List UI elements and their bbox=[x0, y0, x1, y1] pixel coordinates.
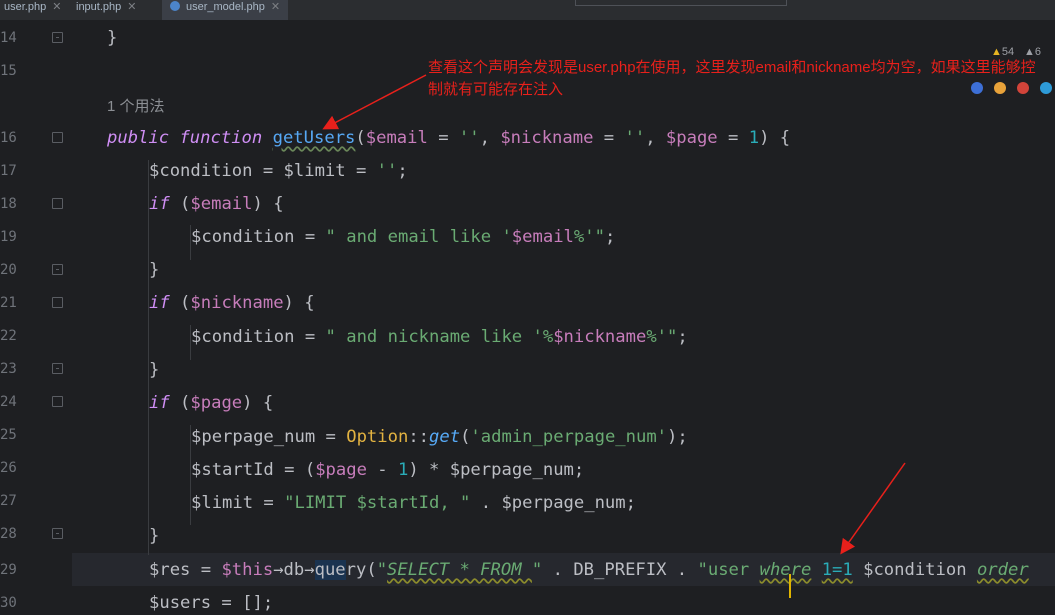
tab-user-php[interactable]: user.php ✕ bbox=[4, 0, 61, 20]
line-number: 18 bbox=[0, 196, 17, 212]
line-number: 30 bbox=[0, 595, 17, 611]
fold-end-icon[interactable] bbox=[52, 32, 63, 43]
text-caret bbox=[789, 574, 791, 598]
code-line-22: $condition = " and nickname like '%$nick… bbox=[191, 327, 688, 347]
line-number: 19 bbox=[0, 229, 17, 245]
usage-hint[interactable]: 1 个用法 bbox=[107, 95, 165, 116]
code-line-30: $users = []; bbox=[149, 593, 274, 613]
editor-tab-bar: user.php ✕ input.php ✕ user_model.php ✕ bbox=[0, 0, 1055, 22]
close-icon[interactable]: ✕ bbox=[127, 1, 136, 13]
tab-label: user.php bbox=[4, 1, 47, 13]
code-line-29: $res = $this→db→query("SELECT * FROM " .… bbox=[149, 560, 1029, 580]
code-line-19: $condition = " and email like '$email%'"… bbox=[191, 227, 616, 247]
code-line-16: public function getUsers($email = '', $n… bbox=[107, 128, 791, 148]
code-editor[interactable]: 14 15 16 17 18 19 20 21 22 23 24 25 26 2… bbox=[0, 20, 1055, 615]
tab-label: user_model.php bbox=[186, 1, 265, 13]
code-line-28: } bbox=[149, 526, 160, 546]
line-number: 24 bbox=[0, 394, 17, 410]
line-number: 29 bbox=[0, 562, 17, 578]
code-line-18: if ($email) { bbox=[149, 194, 284, 214]
line-number: 22 bbox=[0, 328, 17, 344]
tab-input-php[interactable]: input.php ✕ bbox=[76, 0, 136, 20]
line-number: 25 bbox=[0, 427, 17, 443]
code-line-26: $startId = ($page - 1) * $perpage_num; bbox=[191, 460, 585, 480]
code-line-20: } bbox=[149, 260, 160, 280]
fold-end-icon[interactable] bbox=[52, 363, 63, 374]
line-number: 20 bbox=[0, 262, 17, 278]
tab-user-model-php[interactable]: user_model.php ✕ bbox=[162, 0, 289, 22]
close-icon[interactable]: ✕ bbox=[52, 1, 61, 13]
line-number: 28 bbox=[0, 526, 17, 542]
fold-icon[interactable] bbox=[52, 132, 63, 143]
php-file-icon bbox=[170, 1, 180, 11]
toolbar-frame bbox=[575, 0, 787, 6]
close-icon[interactable]: ✕ bbox=[271, 1, 280, 13]
line-number: 15 bbox=[0, 63, 17, 79]
fold-icon[interactable] bbox=[52, 396, 63, 407]
code-line-23: } bbox=[149, 360, 160, 380]
indent-guide bbox=[148, 160, 149, 555]
function-name[interactable]: getUsers bbox=[273, 128, 356, 148]
fold-icon[interactable] bbox=[52, 198, 63, 209]
code-line-21: if ($nickname) { bbox=[149, 293, 315, 313]
line-number: 23 bbox=[0, 361, 17, 377]
fold-end-icon[interactable] bbox=[52, 264, 63, 275]
annotation-note: 查看这个声明会发现是user.php在使用，这里发现email和nickname… bbox=[428, 59, 1036, 98]
line-number: 27 bbox=[0, 493, 17, 509]
code-line-14: } bbox=[107, 28, 118, 48]
line-number: 14 bbox=[0, 30, 17, 46]
code-line-24: if ($page) { bbox=[149, 393, 274, 413]
code-line-27: $limit = "LIMIT $startId, " . $perpage_n… bbox=[191, 493, 636, 513]
fold-end-icon[interactable] bbox=[52, 528, 63, 539]
code-line-25: $perpage_num = Option::get('admin_perpag… bbox=[191, 427, 688, 447]
code-line-17: $condition = $limit = ''; bbox=[149, 161, 408, 181]
tab-label: input.php bbox=[76, 1, 122, 13]
line-number: 16 bbox=[0, 130, 17, 146]
line-number: 26 bbox=[0, 460, 17, 476]
line-number: 17 bbox=[0, 163, 17, 179]
fold-icon[interactable] bbox=[52, 297, 63, 308]
line-number: 21 bbox=[0, 295, 17, 311]
